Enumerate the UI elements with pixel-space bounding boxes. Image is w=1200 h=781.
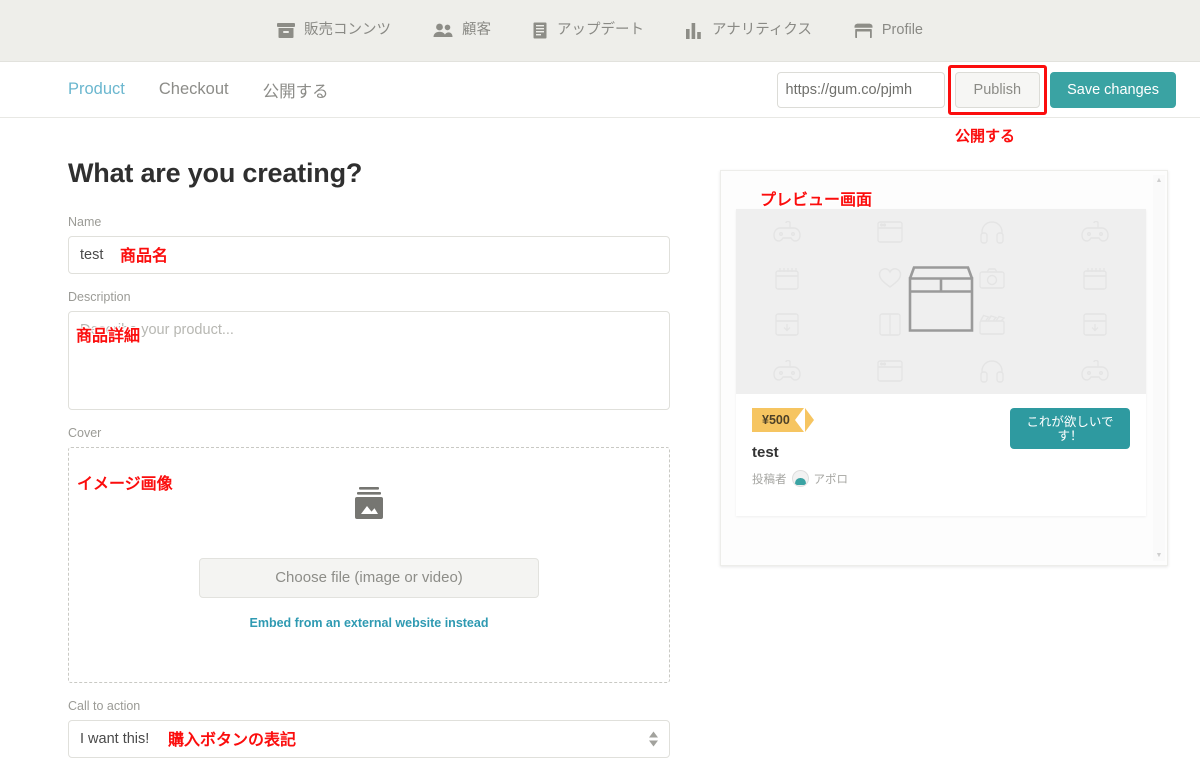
call-to-action-label: Call to action (68, 699, 141, 713)
tab-product[interactable]: Product (68, 80, 125, 99)
description-textarea[interactable]: Describe your product... (68, 311, 670, 410)
nav-label: 販売コンンツ (303, 22, 391, 39)
product-subheader: Product Checkout 公開する https://gum.co/pjm… (0, 62, 1200, 118)
scroll-down-arrow-icon[interactable]: ▼ (1156, 552, 1163, 559)
embed-external-link[interactable]: Embed from an external website instead (250, 616, 489, 630)
page-title: What are you creating? (68, 158, 363, 188)
publish-button-wrapper: Publish (947, 64, 1048, 115)
name-input[interactable]: test (68, 236, 670, 274)
package-box-icon (905, 264, 977, 339)
nav-item-customers[interactable]: 顧客 (433, 23, 491, 38)
publish-button[interactable]: Publish (954, 71, 1041, 108)
gamepad-icon (1044, 348, 1147, 394)
gamepad-icon (736, 209, 839, 255)
storefront-icon (854, 23, 873, 39)
price-notch (794, 408, 804, 432)
gamepad-icon (1044, 209, 1147, 255)
bar-chart-icon (685, 22, 703, 39)
cover-dropzone[interactable]: Choose file (image or video) Embed from … (68, 447, 670, 683)
save-changes-button[interactable]: Save changes (1050, 71, 1176, 108)
window-icon (839, 348, 942, 394)
archive-box-icon (276, 22, 295, 39)
nav-item-updates[interactable]: アップデート (533, 22, 644, 39)
choose-file-button[interactable]: Choose file (image or video) (199, 557, 539, 598)
product-preview-card: ¥500 test 投稿者 アポロ これが欲しいです！ (736, 209, 1146, 516)
nav-item-profile[interactable]: Profile (854, 23, 923, 39)
download-box-icon (1044, 302, 1147, 348)
name-label: Name (68, 215, 102, 229)
preview-cover-area (736, 209, 1146, 394)
preview-author: 投稿者 アポロ (752, 470, 1130, 487)
window-icon (839, 209, 942, 255)
product-form-column: What are you creating? Name test 商品名 Des… (0, 118, 700, 774)
nav-label: アナリティクス (711, 22, 812, 39)
nav-label: Profile (881, 22, 923, 39)
product-tabs: Product Checkout 公開する (68, 78, 329, 102)
description-placeholder: Describe your product... (80, 322, 234, 338)
price-badge: ¥500 (752, 408, 804, 432)
scroll-up-arrow-icon[interactable]: ▲ (1156, 177, 1163, 184)
nav-label: 顧客 (461, 22, 491, 39)
people-icon (433, 23, 453, 38)
preview-buy-button[interactable]: これが欲しいです！ (1010, 408, 1130, 449)
calendar-icon (1044, 255, 1147, 301)
gamepad-icon (736, 348, 839, 394)
top-navigation-bar: 販売コンンツ 顧客 アップデート アナリティクス Profile (0, 0, 1200, 62)
header-actions: https://gum.co/pjmh Publish Save changes (776, 64, 1176, 115)
preview-card-body: ¥500 test 投稿者 アポロ これが欲しいです！ (736, 394, 1146, 516)
annotation-cover: イメージ画像 (77, 474, 173, 493)
preview-panel: ¥500 test 投稿者 アポロ これが欲しいです！ ▲ ▼ (720, 170, 1168, 566)
avatar (791, 470, 809, 487)
product-url-field[interactable]: https://gum.co/pjmh (776, 71, 945, 108)
field-cover: Cover Choose file (image or video) Embed… (68, 426, 700, 683)
tab-publish[interactable]: 公開する (263, 78, 329, 102)
download-box-icon (736, 302, 839, 348)
headphones-icon (941, 348, 1044, 394)
nav-item-analytics[interactable]: アナリティクス (685, 22, 812, 39)
stepper-arrows-icon[interactable] (649, 731, 658, 747)
price-value: ¥500 (762, 413, 790, 427)
author-prefix: 投稿者 (752, 473, 787, 486)
call-to-action-value: I want this! (80, 731, 150, 747)
document-icon (533, 22, 548, 39)
call-to-action-select[interactable]: I want this! (68, 720, 670, 758)
nav-label: アップデート (556, 22, 644, 39)
name-input-value: test (80, 247, 104, 263)
field-description: Description Describe your product... 商品詳… (68, 290, 700, 410)
nav-item-sales-content[interactable]: 販売コンンツ (276, 22, 391, 39)
author-name: アポロ (813, 473, 849, 486)
field-name: Name test 商品名 (68, 215, 700, 274)
preview-scrollbar[interactable]: ▲ ▼ (1153, 175, 1165, 561)
image-upload-icon (349, 485, 389, 530)
headphones-icon (941, 209, 1044, 255)
tab-checkout[interactable]: Checkout (159, 80, 229, 99)
field-call-to-action: Call to action I want this! 購入ボタンの表記 (68, 699, 700, 758)
description-label: Description (68, 290, 131, 304)
cover-label: Cover (68, 426, 102, 440)
calendar-icon (736, 255, 839, 301)
